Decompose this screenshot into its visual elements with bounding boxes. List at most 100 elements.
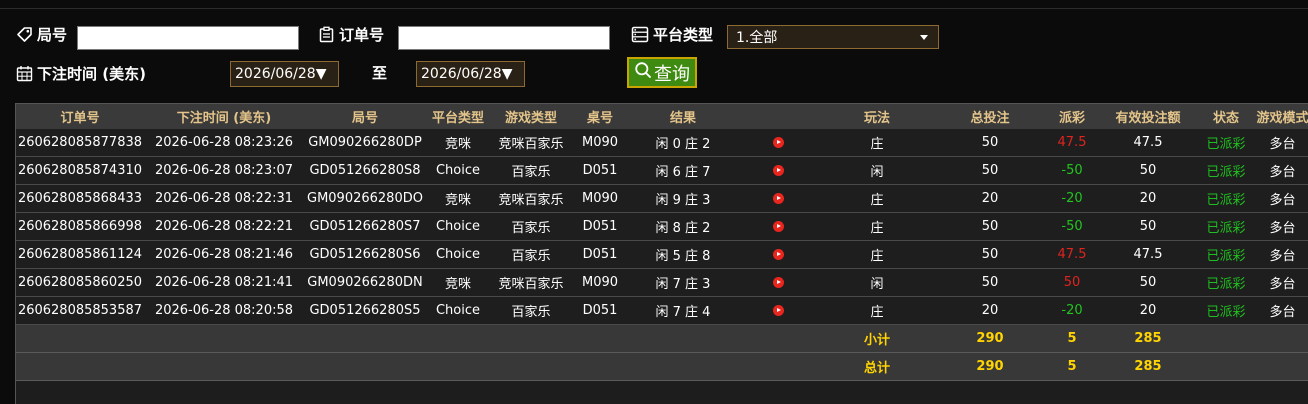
table-row: 260628085861124 2026-06-28 08:21:46 GD05… xyxy=(16,240,1308,269)
cell-total: 50 xyxy=(936,212,1044,241)
cell-time: 2026-06-28 08:23:26 xyxy=(144,129,304,157)
cell-video xyxy=(738,268,818,297)
cell-mode: 多台 xyxy=(1256,268,1308,297)
cell-result: 闲 6 庄 7 xyxy=(628,156,738,185)
clipboard-icon xyxy=(318,26,335,43)
cell-status: 已派彩 xyxy=(1196,129,1256,157)
cell-game: 百家乐 xyxy=(490,156,572,185)
cell-result: 闲 9 庄 3 xyxy=(628,184,738,213)
cell-total: 50 xyxy=(936,268,1044,297)
calendar-icon xyxy=(16,65,33,82)
cell-status: 已派彩 xyxy=(1196,268,1256,297)
table-row: 260628085874310 2026-06-28 08:23:07 GD05… xyxy=(16,156,1308,185)
search-icon xyxy=(634,61,652,84)
round-label-text: 局号 xyxy=(37,26,68,44)
grandtotal-tail xyxy=(1196,352,1308,381)
play-video-icon[interactable] xyxy=(772,277,784,288)
col-header-platform: 平台类型 xyxy=(426,104,490,129)
table-row: 260628085866998 2026-06-28 08:22:21 GD05… xyxy=(16,212,1308,241)
cell-total: 20 xyxy=(936,184,1044,213)
platform-label-text: 平台类型 xyxy=(653,26,714,44)
cell-status: 已派彩 xyxy=(1196,212,1256,241)
cell-total: 50 xyxy=(936,129,1044,157)
play-video-icon[interactable] xyxy=(772,193,784,204)
play-video-icon[interactable] xyxy=(772,249,784,260)
dropdown-arrow-icon xyxy=(920,35,928,40)
order-filter-label: 订单号 xyxy=(318,24,384,45)
cell-platform: Choice xyxy=(426,156,490,185)
cell-game: 百家乐 xyxy=(490,240,572,269)
cell-valid: 20 xyxy=(1100,296,1196,325)
date-to-picker[interactable]: 2026/06/28▼ xyxy=(416,61,525,87)
cell-order: 260628085868433 xyxy=(16,184,144,213)
cell-round: GM090266280DO xyxy=(304,184,426,213)
order-number-input[interactable] xyxy=(398,26,610,50)
col-header-valid-bet: 有效投注额 xyxy=(1100,104,1196,129)
cell-status: 已派彩 xyxy=(1196,296,1256,325)
cell-payout: 47.5 xyxy=(1044,240,1100,269)
cell-video xyxy=(738,184,818,213)
cell-game: 竞咪百家乐 xyxy=(490,129,572,157)
cell-payout: -50 xyxy=(1044,212,1100,241)
cell-video xyxy=(738,129,818,157)
cell-payout: 50 xyxy=(1044,268,1100,297)
cell-payout: -20 xyxy=(1044,184,1100,213)
subtotal-spacer xyxy=(16,324,818,353)
col-header-table: 桌号 xyxy=(572,104,628,129)
play-video-icon[interactable] xyxy=(772,305,784,316)
play-video-icon[interactable] xyxy=(772,165,784,176)
table-row: 260628085868433 2026-06-28 08:22:31 GM09… xyxy=(16,184,1308,213)
cell-total: 50 xyxy=(936,156,1044,185)
cell-round: GD051266280S7 xyxy=(304,212,426,241)
tag-icon xyxy=(16,26,33,43)
grandtotal-payout: 5 xyxy=(1044,352,1100,381)
play-video-icon[interactable] xyxy=(772,137,784,148)
cell-video xyxy=(738,156,818,185)
cell-mode: 多台 xyxy=(1256,240,1308,269)
cell-order: 260628085861124 xyxy=(16,240,144,269)
cell-time: 2026-06-28 08:22:21 xyxy=(144,212,304,241)
platform-filter-label: 平台类型 xyxy=(631,24,713,45)
col-header-order: 订单号 xyxy=(16,104,144,129)
cell-game: 竞咪百家乐 xyxy=(490,184,572,213)
col-header-bet-type: 玩法 xyxy=(818,104,936,129)
cell-bet: 庄 xyxy=(818,129,936,157)
cell-result: 闲 7 庄 4 xyxy=(628,296,738,325)
grandtotal-row: 总计 290 5 285 xyxy=(16,352,1308,381)
cell-platform: 竞咪 xyxy=(426,129,490,157)
bet-records-table-container: 订单号 下注时间 (美东) 局号 平台类型 游戏类型 桌号 结果 玩法 总投注 … xyxy=(15,103,1308,404)
cell-round: GD051266280S8 xyxy=(304,156,426,185)
table-row: 260628085877838 2026-06-28 08:23:26 GM09… xyxy=(16,129,1308,157)
cell-game: 竞咪百家乐 xyxy=(490,268,572,297)
cell-valid: 20 xyxy=(1100,184,1196,213)
table-row: 260628085860250 2026-06-28 08:21:41 GM09… xyxy=(16,268,1308,297)
query-button[interactable]: 查询 xyxy=(627,57,697,88)
grandtotal-total: 290 xyxy=(936,352,1044,381)
subtotal-total: 290 xyxy=(936,324,1044,353)
date-from-picker[interactable]: 2026/06/28▼ xyxy=(230,61,339,87)
round-filter-label: 局号 xyxy=(16,24,67,45)
cell-mode: 多台 xyxy=(1256,156,1308,185)
col-header-result: 结果 xyxy=(628,104,738,129)
bet-time-label: 下注时间 (美东) xyxy=(16,63,146,84)
col-header-video xyxy=(738,104,818,129)
cell-bet: 庄 xyxy=(818,296,936,325)
platform-type-select[interactable]: 1.全部 xyxy=(727,25,939,49)
cell-bet: 庄 xyxy=(818,184,936,213)
play-video-icon[interactable] xyxy=(772,221,784,232)
cell-platform: Choice xyxy=(426,240,490,269)
top-divider xyxy=(0,8,1308,9)
table-row: 260628085853587 2026-06-28 08:20:58 GD05… xyxy=(16,296,1308,325)
grandtotal-spacer xyxy=(16,352,818,381)
cell-mode: 多台 xyxy=(1256,296,1308,325)
cell-mode: 多台 xyxy=(1256,129,1308,157)
round-number-input[interactable] xyxy=(77,26,299,50)
cell-result: 闲 5 庄 8 xyxy=(628,240,738,269)
cell-valid: 50 xyxy=(1100,268,1196,297)
cell-result: 闲 8 庄 2 xyxy=(628,212,738,241)
cell-mode: 多台 xyxy=(1256,184,1308,213)
table-body: 260628085877838 2026-06-28 08:23:26 GM09… xyxy=(16,129,1308,381)
cell-platform: 竞咪 xyxy=(426,268,490,297)
order-label-text: 订单号 xyxy=(339,26,385,44)
cell-bet: 庄 xyxy=(818,240,936,269)
